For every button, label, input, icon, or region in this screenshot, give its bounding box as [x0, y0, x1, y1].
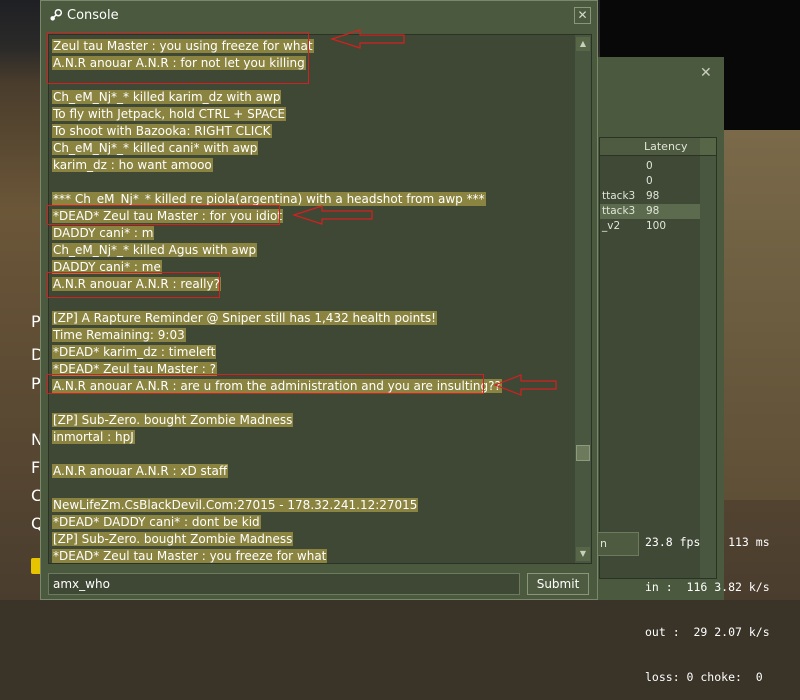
log-line: [52, 174, 54, 190]
log-line-text: karim_dz : ho want amooo: [52, 158, 213, 172]
log-line-text: [ZP] A Rapture Reminder @ Sniper still h…: [52, 311, 437, 325]
scrollbar-corner: [700, 138, 716, 155]
log-line: [52, 395, 54, 411]
log-line: inmortal : hpJ: [52, 429, 135, 445]
log-line-text: Time Remaining: 9:03: [52, 328, 186, 342]
log-line-text: [52, 447, 54, 461]
netgraph-loss: loss: 0 choke: 0: [645, 670, 763, 684]
log-line-text: [ZP] Sub-Zero. bought Zombie Madness: [52, 413, 294, 427]
log-line-text: [52, 396, 54, 410]
scroll-thumb[interactable]: [576, 445, 590, 461]
annotation-arrow-icon: [330, 29, 405, 49]
log-line-text: *DEAD* DADDY cani* : dont be kid: [52, 515, 261, 529]
server-action-button[interactable]: n: [597, 532, 639, 556]
close-button[interactable]: ✕: [574, 7, 591, 24]
scroll-up-icon[interactable]: ▲: [576, 37, 590, 51]
log-line-text: *** Ch_eM_Nj*_* killed re piola(argentin…: [52, 192, 486, 206]
server-name: _v2: [602, 220, 621, 232]
server-name: ttack3: [602, 205, 636, 217]
console-log[interactable]: ▲ ▼ Zeul tau Master : you using freeze f…: [48, 34, 592, 564]
annotation-box: [47, 32, 309, 84]
server-latency: 0: [646, 160, 653, 172]
server-latency: 0: [646, 175, 653, 187]
log-line-text: To fly with Jetpack, hold CTRL + SPACE: [52, 107, 287, 121]
console-input[interactable]: amx_who: [48, 573, 520, 595]
log-line-text: [52, 175, 54, 189]
server-row[interactable]: 0: [600, 174, 700, 189]
annotation-box: [47, 205, 280, 225]
server-row[interactable]: ttack3 98: [600, 204, 700, 219]
log-line: Ch_eM_Nj*_* killed cani* with awp: [52, 140, 259, 156]
log-line: DADDY cani* : m: [52, 225, 155, 241]
console-scrollbar[interactable]: ▲ ▼: [575, 35, 591, 563]
log-line-text: DADDY cani* : m: [52, 226, 155, 240]
net-graph: 23.8 fps 113 ms in : 116 3.82 k/s out : …: [645, 505, 770, 700]
log-line: *DEAD* karim_dz : timeleft: [52, 344, 217, 360]
log-line: A.N.R anouar A.N.R : xD staff: [52, 463, 229, 479]
console-window: Console ✕ ▲ ▼ Zeul tau Master : you usin…: [40, 0, 598, 600]
log-line-text: Ch_eM_Nj*_* killed karim_dz with awp: [52, 90, 282, 104]
close-icon: ✕: [577, 8, 588, 22]
log-line-text: A.N.R anouar A.N.R : xD staff: [52, 464, 229, 478]
log-line-text: Ch_eM_Nj*_* killed Agus with awp: [52, 243, 258, 257]
log-line-text: To shoot with Bazooka: RIGHT CLICK: [52, 124, 272, 138]
server-latency: 98: [646, 205, 660, 217]
log-line-text: NewLifeZm.CsBlackDevil.Com:27015 - 178.3…: [52, 498, 419, 512]
log-line: NewLifeZm.CsBlackDevil.Com:27015 - 178.3…: [52, 497, 419, 513]
server-latency: 98: [646, 190, 660, 202]
log-line-text: inmortal : hpJ: [52, 430, 135, 444]
log-line: To shoot with Bazooka: RIGHT CLICK: [52, 123, 272, 139]
netgraph-out: out : 29 2.07 k/s: [645, 625, 770, 639]
column-header-latency[interactable]: Latency: [644, 140, 687, 153]
window-title: Console: [67, 8, 119, 23]
log-line-text: [ZP] Sub-Zero. bought Zombie Madness: [52, 532, 294, 546]
server-latency: 100: [646, 220, 667, 232]
submit-button[interactable]: Submit: [527, 573, 589, 595]
annotation-box: [47, 374, 484, 394]
netgraph-in: in : 116 3.82 k/s: [645, 580, 770, 594]
log-line: Ch_eM_Nj*_* killed Agus with awp: [52, 242, 258, 258]
close-icon[interactable]: ✕: [700, 65, 712, 81]
log-line: [52, 446, 54, 462]
server-row[interactable]: ttack3 98: [600, 189, 700, 204]
scroll-down-icon[interactable]: ▼: [576, 547, 590, 561]
log-line: [ZP] Sub-Zero. bought Zombie Madness: [52, 531, 294, 547]
server-row[interactable]: _v2 100: [600, 219, 700, 234]
log-line-text: [52, 481, 54, 495]
server-name: ttack3: [602, 190, 636, 202]
steam-icon: [50, 8, 63, 21]
log-line: *DEAD* DADDY cani* : dont be kid: [52, 514, 261, 530]
log-line-text: Ch_eM_Nj*_* killed cani* with awp: [52, 141, 259, 155]
game-wall: [723, 130, 800, 500]
netgraph-fps: 23.8 fps 113 ms: [645, 535, 770, 549]
log-line: To fly with Jetpack, hold CTRL + SPACE: [52, 106, 287, 122]
log-line: Ch_eM_Nj*_* killed karim_dz with awp: [52, 89, 282, 105]
log-line: Time Remaining: 9:03: [52, 327, 186, 343]
log-line: [ZP] A Rapture Reminder @ Sniper still h…: [52, 310, 437, 326]
annotation-box: [47, 272, 220, 298]
server-list-header: Latency: [600, 138, 716, 156]
log-line: [ZP] Sub-Zero. bought Zombie Madness: [52, 412, 294, 428]
server-row[interactable]: 0: [600, 159, 700, 174]
log-line-text: *DEAD* Zeul tau Master : you freeze for …: [52, 549, 328, 563]
annotation-arrow-icon: [493, 374, 557, 396]
log-line-text: *DEAD* karim_dz : timeleft: [52, 345, 217, 359]
log-line: *DEAD* Zeul tau Master : you freeze for …: [52, 548, 328, 563]
annotation-arrow-icon: [292, 205, 373, 225]
log-line: [52, 480, 54, 496]
menu-letter: F: [31, 458, 41, 477]
log-line: karim_dz : ho want amooo: [52, 157, 213, 173]
